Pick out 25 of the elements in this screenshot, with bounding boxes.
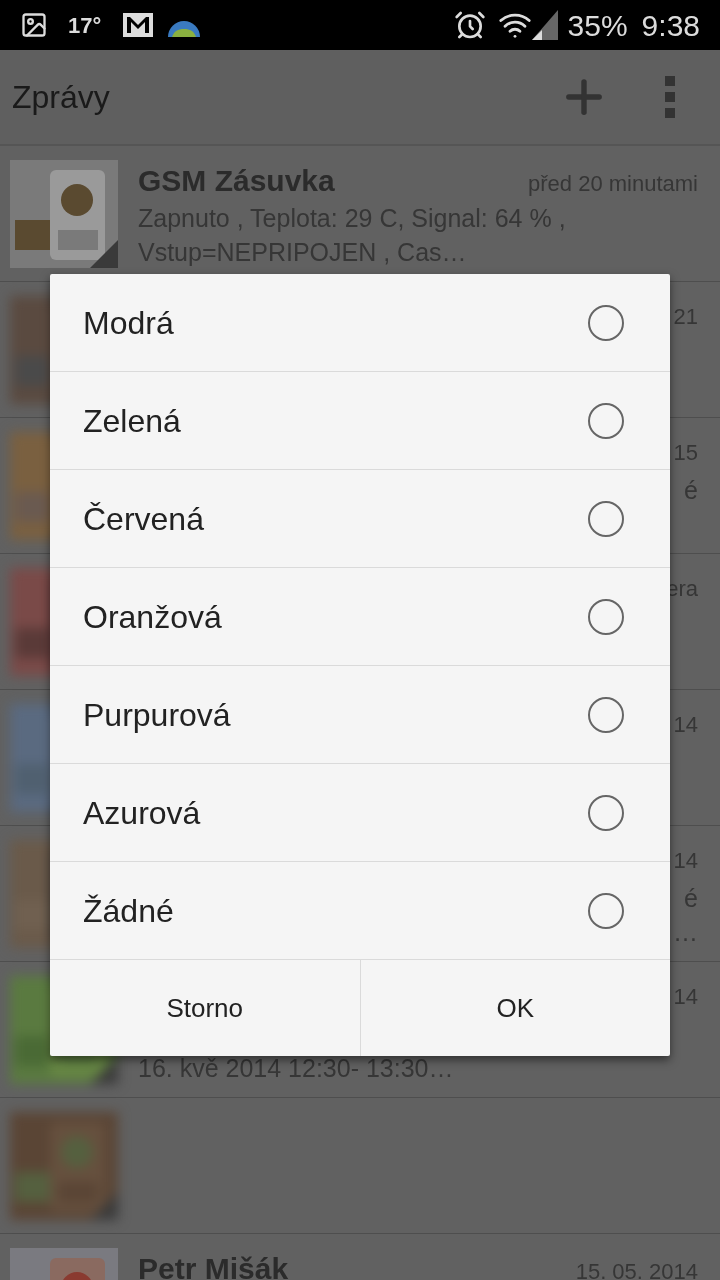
dialog-button[interactable]: Storno xyxy=(50,960,360,1056)
radio-button[interactable] xyxy=(588,304,624,341)
mail-icon xyxy=(121,11,156,39)
alarm-icon xyxy=(453,9,486,41)
temperature: 17° xyxy=(68,11,102,40)
color-option[interactable]: Oranžová xyxy=(50,568,670,666)
image-icon xyxy=(20,11,48,39)
color-option[interactable]: Modrá xyxy=(50,274,670,372)
clock: 9:38 xyxy=(641,7,700,44)
color-option[interactable]: Purpurová xyxy=(50,666,670,764)
radio-button[interactable] xyxy=(588,696,624,733)
color-option[interactable]: Červená xyxy=(50,470,670,568)
radio-button[interactable] xyxy=(588,598,624,635)
dialog-button[interactable]: OK xyxy=(359,960,670,1056)
battery-level: 35% xyxy=(567,7,628,44)
color-option[interactable]: Zelená xyxy=(50,372,670,470)
app-title: Zprávy xyxy=(12,78,110,117)
color-option[interactable]: Žádné xyxy=(50,862,670,960)
radio-button[interactable] xyxy=(588,892,624,929)
radio-button[interactable] xyxy=(588,402,624,439)
signal-icon xyxy=(531,10,558,40)
color-option[interactable]: Azurová xyxy=(50,764,670,862)
message-text-fragment: … xyxy=(673,917,698,949)
radio-button[interactable] xyxy=(588,794,624,831)
radio-button[interactable] xyxy=(588,500,624,537)
